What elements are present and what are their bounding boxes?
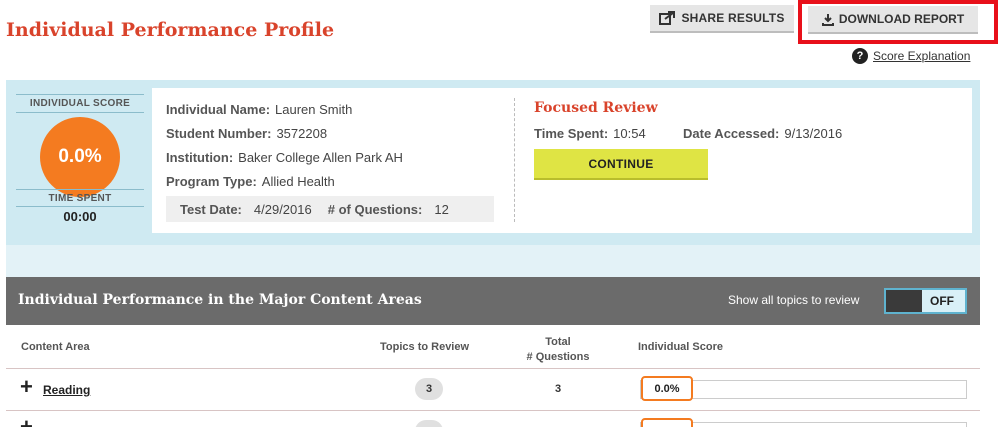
share-icon [659,11,676,25]
date-accessed-value: 9/13/2016 [784,126,843,141]
share-results-button[interactable]: SHARE RESULTS [650,5,794,33]
show-all-topics-label: Show all topics to review [728,293,860,307]
test-info-strip: Test Date: 4/29/2016 # of Questions: 12 [166,196,494,222]
questions-value: 12 [434,201,449,217]
score-badge [641,418,693,427]
topics-to-review-badge [415,420,443,427]
individual-name-value: Lauren Smith [275,102,353,117]
content-areas-header: Individual Performance in the Major Cont… [6,277,980,325]
column-total-questions: Total # Questions [526,336,590,363]
plus-icon[interactable]: + [20,416,33,427]
student-number-row: Student Number: 3572208 [166,126,327,141]
institution-label: Institution: [166,150,234,165]
download-icon [821,13,834,26]
question-circle-icon: ? [852,48,868,64]
score-explanation-link[interactable]: ? Score Explanation [852,48,970,64]
show-all-topics-toggle[interactable]: OFF [884,288,967,314]
divider [16,112,144,113]
column-content-area: Content Area [21,341,90,353]
focused-time-label: Time Spent: [534,126,609,141]
continue-button[interactable]: CONTINUE [534,149,708,180]
individual-score-label: INDIVIDUAL SCORE [29,98,131,109]
program-type-value: Allied Health [261,174,335,189]
test-date-value: 4/29/2016 [253,201,312,217]
test-date-label: Test Date: [180,201,242,217]
individual-name-row: Individual Name: Lauren Smith [166,102,352,117]
toggle-state: OFF [930,294,954,308]
download-report-label: DOWNLOAD REPORT [838,12,965,26]
institution-value: Baker College Allen Park AH [238,150,403,165]
score-explanation-label: Score Explanation [873,49,971,63]
student-number-value: 3572208 [276,126,328,141]
institution-row: Institution: Baker College Allen Park AH [166,150,403,165]
topics-to-review-badge: 3 [415,378,443,400]
content-area-link-reading[interactable]: Reading [43,383,90,397]
total-questions-value: 3 [554,383,562,395]
focused-review-time-row: Time Spent: 10:54 [534,126,646,141]
program-type-row: Program Type: Allied Health [166,174,335,189]
share-results-label: SHARE RESULTS [681,11,785,25]
student-number-label: Student Number: [166,126,272,141]
program-type-label: Program Type: [166,174,257,189]
spacer-band [6,245,980,277]
time-spent-value: 00:00 [63,209,97,224]
plus-icon[interactable]: + [20,376,33,398]
date-accessed-row: Date Accessed: 9/13/2016 [683,126,842,141]
student-info-card: Individual Name: Lauren Smith Student Num… [152,88,972,233]
individual-name-label: Individual Name: [166,102,271,117]
focused-time-value: 10:54 [613,126,646,141]
time-spent-label: TIME SPENT [48,193,112,204]
table-divider [6,410,980,411]
divider [16,94,144,95]
card-divider [514,98,515,222]
focused-review-title: Focused Review [534,100,658,116]
individual-score-column: INDIVIDUAL SCORE 0.0% TIME SPENT 00:00 [16,92,144,232]
table-divider [6,368,980,369]
column-topics-to-review: Topics to Review [380,341,470,353]
divider [16,206,144,207]
questions-label: # of Questions: [327,201,423,217]
download-report-button[interactable]: DOWNLOAD REPORT [808,6,978,34]
score-badge: 0.0% [641,376,693,401]
content-areas-title: Individual Performance in the Major Cont… [18,292,422,308]
date-accessed-label: Date Accessed: [683,126,780,141]
divider [16,189,144,190]
toggle-knob [886,290,922,312]
page-title: Individual Performance Profile [6,19,335,41]
individual-score-circle: 0.0% [40,117,120,197]
column-individual-score: Individual Score [638,341,723,353]
